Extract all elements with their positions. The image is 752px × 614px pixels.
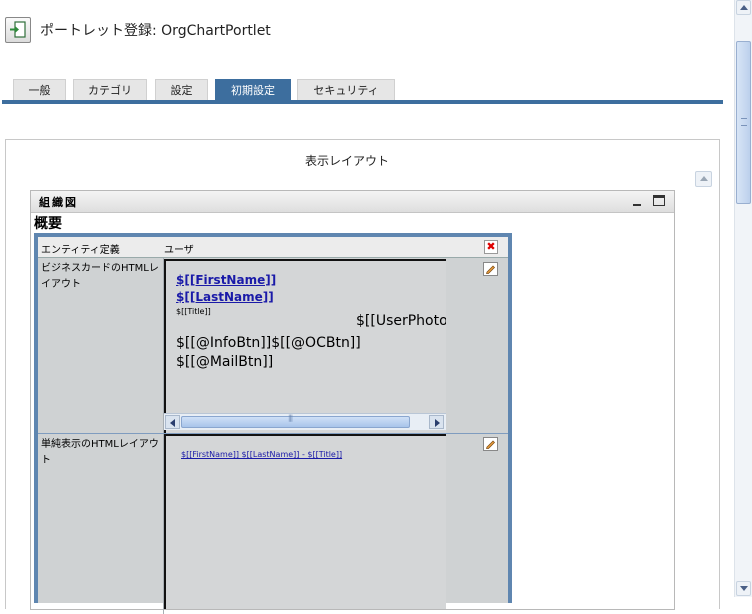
entity-value: ユーザ bbox=[164, 245, 194, 256]
first-name-link[interactable]: $[[FirstName]] bbox=[176, 273, 276, 287]
business-card-hscrollbar[interactable] bbox=[164, 413, 446, 430]
edit-business-card-icon[interactable] bbox=[483, 262, 498, 276]
mail-button-placeholder: $[[@MailBtn]] bbox=[176, 354, 274, 370]
tab-category[interactable]: カテゴリ bbox=[73, 79, 147, 100]
scroll-up-icon[interactable] bbox=[736, 0, 751, 15]
tab-security[interactable]: セキュリティ bbox=[297, 79, 395, 100]
simple-display-label-cell: 単純表示のHTMLレイアウト bbox=[38, 434, 164, 614]
tab-general[interactable]: 一般 bbox=[13, 79, 66, 100]
business-card-label: ビジネスカードのHTMLレイアウト bbox=[41, 263, 159, 290]
business-card-label-cell: ビジネスカードのHTMLレイアウト bbox=[38, 258, 164, 434]
scroll-down-icon[interactable] bbox=[736, 581, 751, 596]
tab-settings[interactable]: 設定 bbox=[155, 79, 208, 100]
layout-title: 表示レイアウト bbox=[305, 154, 390, 168]
simple-display-link[interactable]: $[[FirstName]] $[[LastName]] - $[[Title]… bbox=[181, 450, 342, 459]
page-vscrollbar[interactable] bbox=[734, 0, 752, 597]
simple-display-editor[interactable]: $[[FirstName]] $[[LastName]] - $[[Title]… bbox=[164, 434, 446, 609]
minimize-icon[interactable] bbox=[631, 195, 643, 207]
scroll-right-button[interactable] bbox=[429, 415, 444, 429]
settings-table: エンティティ定義 ユーザ ✖ ビジネスカードのHTMLレイアウト $[[Firs… bbox=[34, 233, 512, 614]
delete-icon[interactable]: ✖ bbox=[484, 240, 498, 254]
overview-heading: 概要 bbox=[34, 216, 62, 232]
page-title: ポートレット登録: OrgChartPortlet bbox=[40, 23, 271, 39]
title-placeholder: $[[Title]] bbox=[176, 307, 211, 316]
entity-row: エンティティ定義 ユーザ ✖ bbox=[38, 237, 508, 258]
tab-initial-settings[interactable]: 初期設定 bbox=[215, 79, 291, 100]
info-oc-buttons-placeholder: $[[@InfoBtn]]$[[@OCBtn]] bbox=[176, 335, 361, 351]
entity-label: エンティティ定義 bbox=[41, 245, 120, 256]
maximize-icon[interactable] bbox=[653, 195, 665, 206]
portlet-name: 組織図 bbox=[39, 196, 78, 209]
scroll-left-button[interactable] bbox=[165, 415, 180, 429]
portlet-register-icon bbox=[5, 17, 31, 43]
edit-simple-display-icon[interactable] bbox=[483, 437, 498, 451]
page-scroll-thumb[interactable] bbox=[736, 41, 751, 204]
user-photo-placeholder: $[[UserPhoto bbox=[356, 313, 446, 329]
last-name-link[interactable]: $[[LastName]] bbox=[176, 290, 274, 304]
tab-underline bbox=[2, 100, 723, 104]
business-card-editor[interactable]: $[[FirstName]] $[[LastName]] $[[Title]] … bbox=[164, 259, 446, 434]
scroll-thumb[interactable] bbox=[181, 414, 410, 428]
portlet-header: 組織図 bbox=[31, 191, 674, 213]
scroll-up-button[interactable] bbox=[695, 171, 712, 187]
simple-display-label: 単純表示のHTMLレイアウト bbox=[41, 439, 159, 466]
